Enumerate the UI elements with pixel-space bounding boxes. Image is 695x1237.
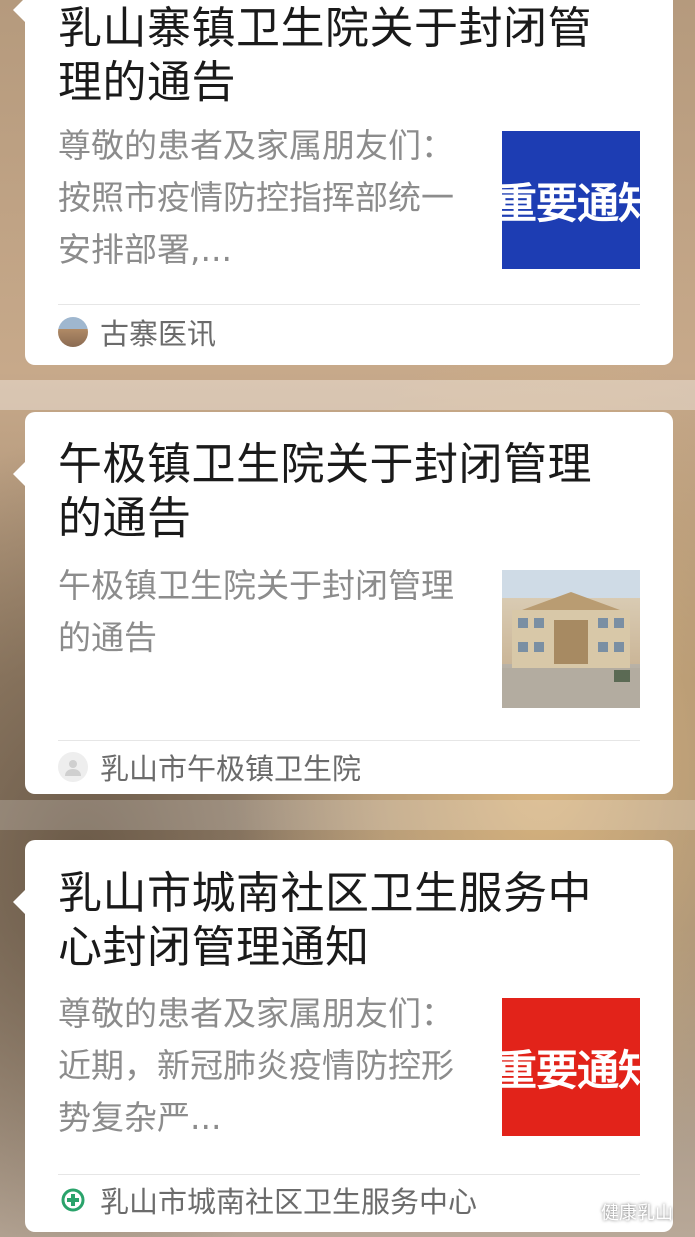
source-name: 乳山市午极镇卫生院: [100, 752, 362, 786]
article-summary: 午极镇卫生院关于封闭管理的通告: [58, 566, 454, 657]
article-card[interactable]: 乳山寨镇卫生院关于封闭管理的通告 尊敬的患者及家属朋友们： 按照市疫情防控指挥部…: [13, 0, 673, 365]
article-card[interactable]: 乳山市城南社区卫生服务中心封闭管理通知 尊敬的患者及家属朋友们： 近期，新冠肺炎…: [13, 840, 673, 1232]
article-source[interactable]: 古寨医讯: [58, 313, 216, 351]
article-thumbnail: 重要通知: [502, 998, 640, 1136]
thumbnail-text: 重要通知: [502, 1045, 640, 1095]
article-thumbnail: 重要通知: [502, 131, 640, 269]
watermark: 健康乳山: [573, 1199, 673, 1225]
watermark-text: 健康乳山: [601, 1203, 673, 1224]
wechat-icon: [574, 1203, 596, 1220]
article-title: 乳山寨镇卫生院关于封闭管理的通告: [58, 3, 592, 108]
source-name: 乳山市城南社区卫生服务中心: [100, 1185, 478, 1219]
default-avatar-icon: [58, 752, 88, 782]
divider: [58, 304, 640, 305]
divider: [58, 740, 640, 741]
article-title: 乳山市城南社区卫生服务中心封闭管理通知: [58, 868, 592, 973]
community-health-logo-icon: [58, 1185, 88, 1215]
background-decoration: [0, 380, 695, 410]
article-source[interactable]: 乳山市城南社区卫生服务中心: [58, 1181, 477, 1219]
article-summary: 尊敬的患者及家属朋友们： 按照市疫情防控指挥部统一安排部署,...: [58, 126, 454, 269]
article-summary: 尊敬的患者及家属朋友们： 近期，新冠肺炎疫情防控形势复杂严...: [58, 994, 454, 1137]
article-title: 午极镇卫生院关于封闭管理的通告: [58, 439, 592, 544]
divider: [58, 1174, 640, 1175]
article-card[interactable]: 午极镇卫生院关于封闭管理的通告 午极镇卫生院关于封闭管理的通告 乳山市午极镇卫生…: [13, 412, 673, 794]
article-source[interactable]: 乳山市午极镇卫生院: [58, 748, 361, 786]
thumbnail-text: 重要通知: [502, 178, 640, 228]
building-photo-icon: [502, 570, 640, 708]
building-photo-icon: [58, 317, 88, 347]
background-decoration: [0, 800, 695, 830]
article-thumbnail: [502, 570, 640, 708]
source-name: 古寨医讯: [100, 317, 217, 351]
